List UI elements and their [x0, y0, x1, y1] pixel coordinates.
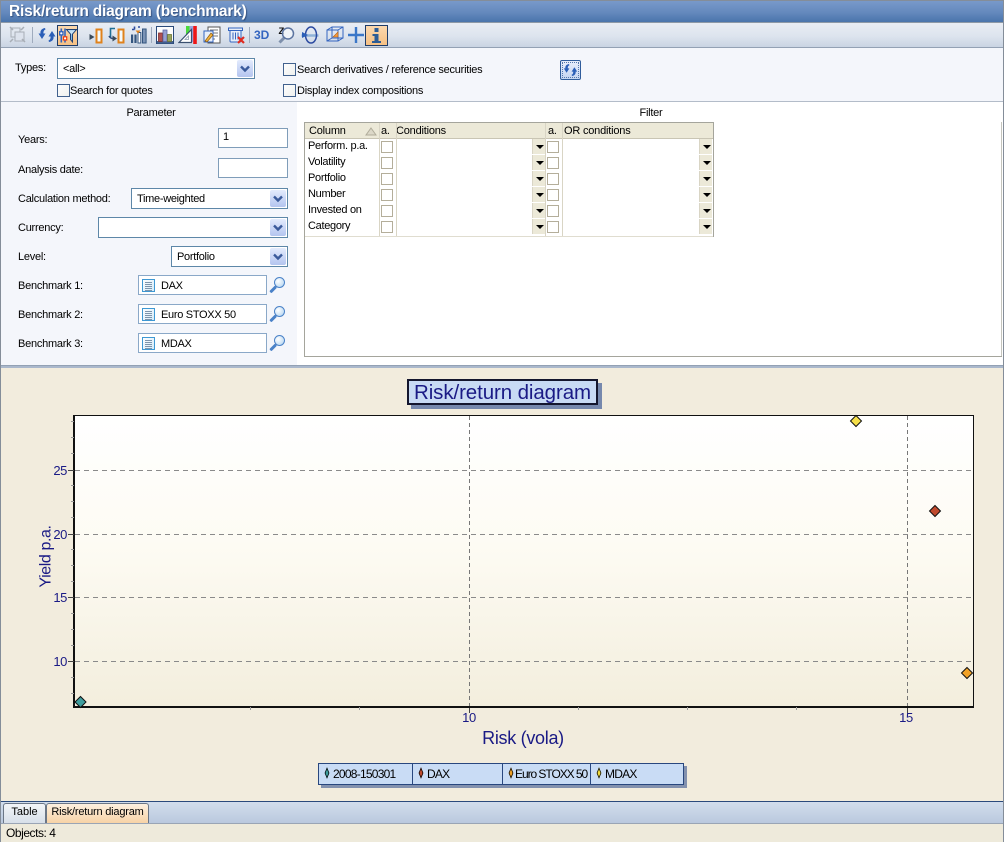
svg-text:3D: 3D — [254, 28, 270, 42]
